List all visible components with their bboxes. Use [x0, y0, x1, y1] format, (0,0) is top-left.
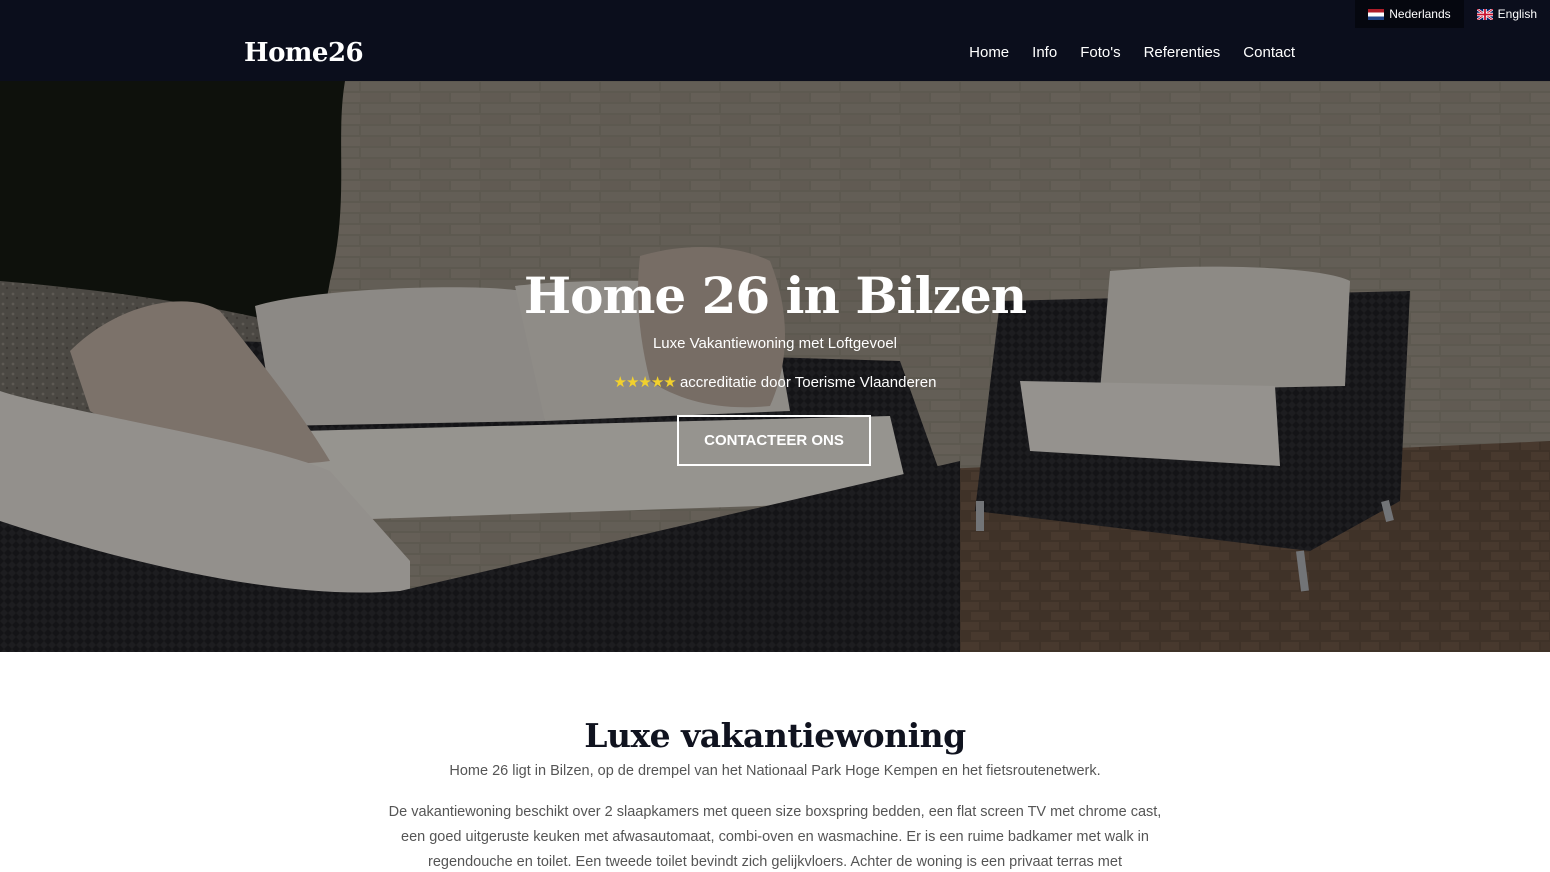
contact-us-button[interactable]: CONTACTEER ONS [677, 415, 871, 466]
lang-nederlands[interactable]: Nederlands [1355, 0, 1464, 28]
nav-home[interactable]: Home [969, 44, 1009, 61]
nav-fotos[interactable]: Foto's [1080, 44, 1120, 61]
accreditation-text: accreditatie door Toerisme Vlaanderen [679, 374, 937, 391]
hero-content: Home 26 in Bilzen Luxe Vakantiewoning me… [0, 81, 1550, 652]
nav-info[interactable]: Info [1032, 44, 1057, 61]
uk-flag-icon [1476, 8, 1493, 20]
lang-label: Nederlands [1389, 7, 1451, 21]
hero-accreditation: ★★★★★ accreditatie door Toerisme Vlaande… [0, 373, 1550, 391]
hero-title: Home 26 in Bilzen [523, 266, 1027, 325]
nav-referenties[interactable]: Referenties [1144, 44, 1221, 61]
lang-english[interactable]: English [1464, 0, 1550, 28]
hero-subtitle: Luxe Vakantiewoning met Loftgevoel [652, 335, 898, 352]
language-switcher: Nederlands English [1355, 0, 1550, 28]
main-nav: Home Info Foto's Referenties Contact [969, 44, 1295, 61]
nav-contact[interactable]: Contact [1243, 44, 1295, 61]
intro-paragraph-1: Home 26 ligt in Bilzen, op de drempel va… [449, 763, 1101, 779]
hero-section: Home 26 in Bilzen Luxe Vakantiewoning me… [0, 81, 1550, 652]
section-title: Luxe vakantiewoning [584, 716, 966, 755]
netherlands-flag-icon [1368, 8, 1385, 20]
site-header: Nederlands English Home26 Home Info Foto… [0, 0, 1550, 81]
site-logo[interactable]: Home26 [244, 38, 364, 68]
intro-paragraph-2: De vakantiewoning beschikt over 2 slaapk… [388, 804, 1162, 870]
five-stars-icon: ★★★★★ [613, 374, 677, 391]
lang-label: English [1497, 7, 1537, 21]
